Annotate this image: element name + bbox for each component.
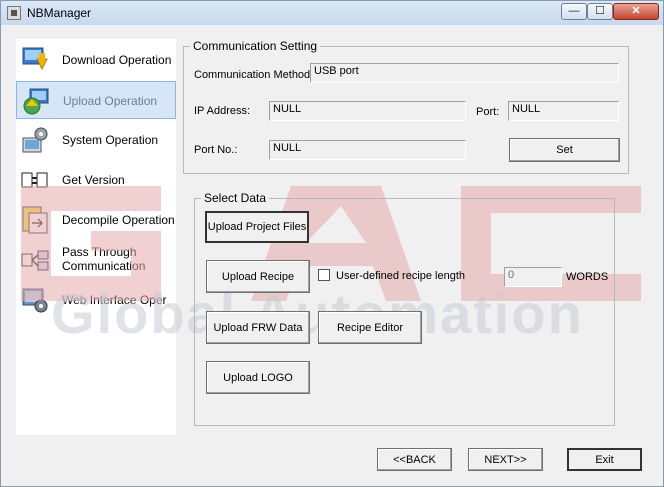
communication-method-label: Communication Method:: [194, 69, 314, 81]
communication-method-field[interactable]: USB port: [310, 63, 619, 83]
download-icon: [22, 47, 48, 71]
minimize-button[interactable]: —: [561, 3, 587, 20]
exit-button[interactable]: Exit: [567, 448, 642, 471]
set-button[interactable]: Set: [509, 138, 620, 162]
upload-frw-data-button[interactable]: Upload FRW Data: [206, 311, 310, 344]
upload-recipe-button[interactable]: Upload Recipe: [206, 260, 310, 293]
sidebar-item-label: Upload Operation: [63, 94, 158, 108]
port-no-field[interactable]: NULL: [269, 140, 466, 160]
group-title: Select Data: [201, 191, 270, 205]
ip-address-field[interactable]: NULL: [269, 101, 466, 121]
port-no-label: Port No.:: [194, 144, 238, 156]
sidebar-item-download-operation[interactable]: Download Operation: [16, 41, 176, 79]
ip-address-label: IP Address:: [194, 105, 251, 117]
port-label: Port:: [476, 106, 500, 118]
title-bar[interactable]: NBManager — ☐ ✕: [1, 1, 663, 25]
window-title: NBManager: [27, 6, 92, 20]
app-icon: [7, 6, 21, 20]
recipe-length-input[interactable]: 0: [504, 267, 562, 287]
user-defined-recipe-checkbox[interactable]: [318, 269, 330, 281]
upload-icon: [23, 88, 49, 115]
close-button[interactable]: ✕: [613, 3, 659, 20]
recipe-length-label: User-defined recipe length: [336, 270, 466, 282]
upload-project-files-button[interactable]: Upload Project Files: [205, 211, 309, 243]
sidebar-item-label: Download Operation: [62, 53, 172, 67]
group-title: Communication Setting: [190, 39, 321, 53]
recipe-editor-button[interactable]: Recipe Editor: [318, 311, 422, 344]
sidebar-item-upload-operation[interactable]: Upload Operation: [16, 81, 176, 119]
upload-logo-button[interactable]: Upload LOGO: [206, 361, 310, 394]
back-button[interactable]: <<BACK: [377, 448, 452, 471]
next-button[interactable]: NEXT>>: [468, 448, 543, 471]
sidebar-item-label: System Operation: [62, 133, 159, 147]
words-label: WORDS: [566, 271, 609, 283]
nbmanager-window: NBManager — ☐ ✕ Download Operation Uploa…: [0, 0, 664, 487]
maximize-button[interactable]: ☐: [587, 3, 613, 20]
port-field[interactable]: NULL: [508, 101, 619, 121]
